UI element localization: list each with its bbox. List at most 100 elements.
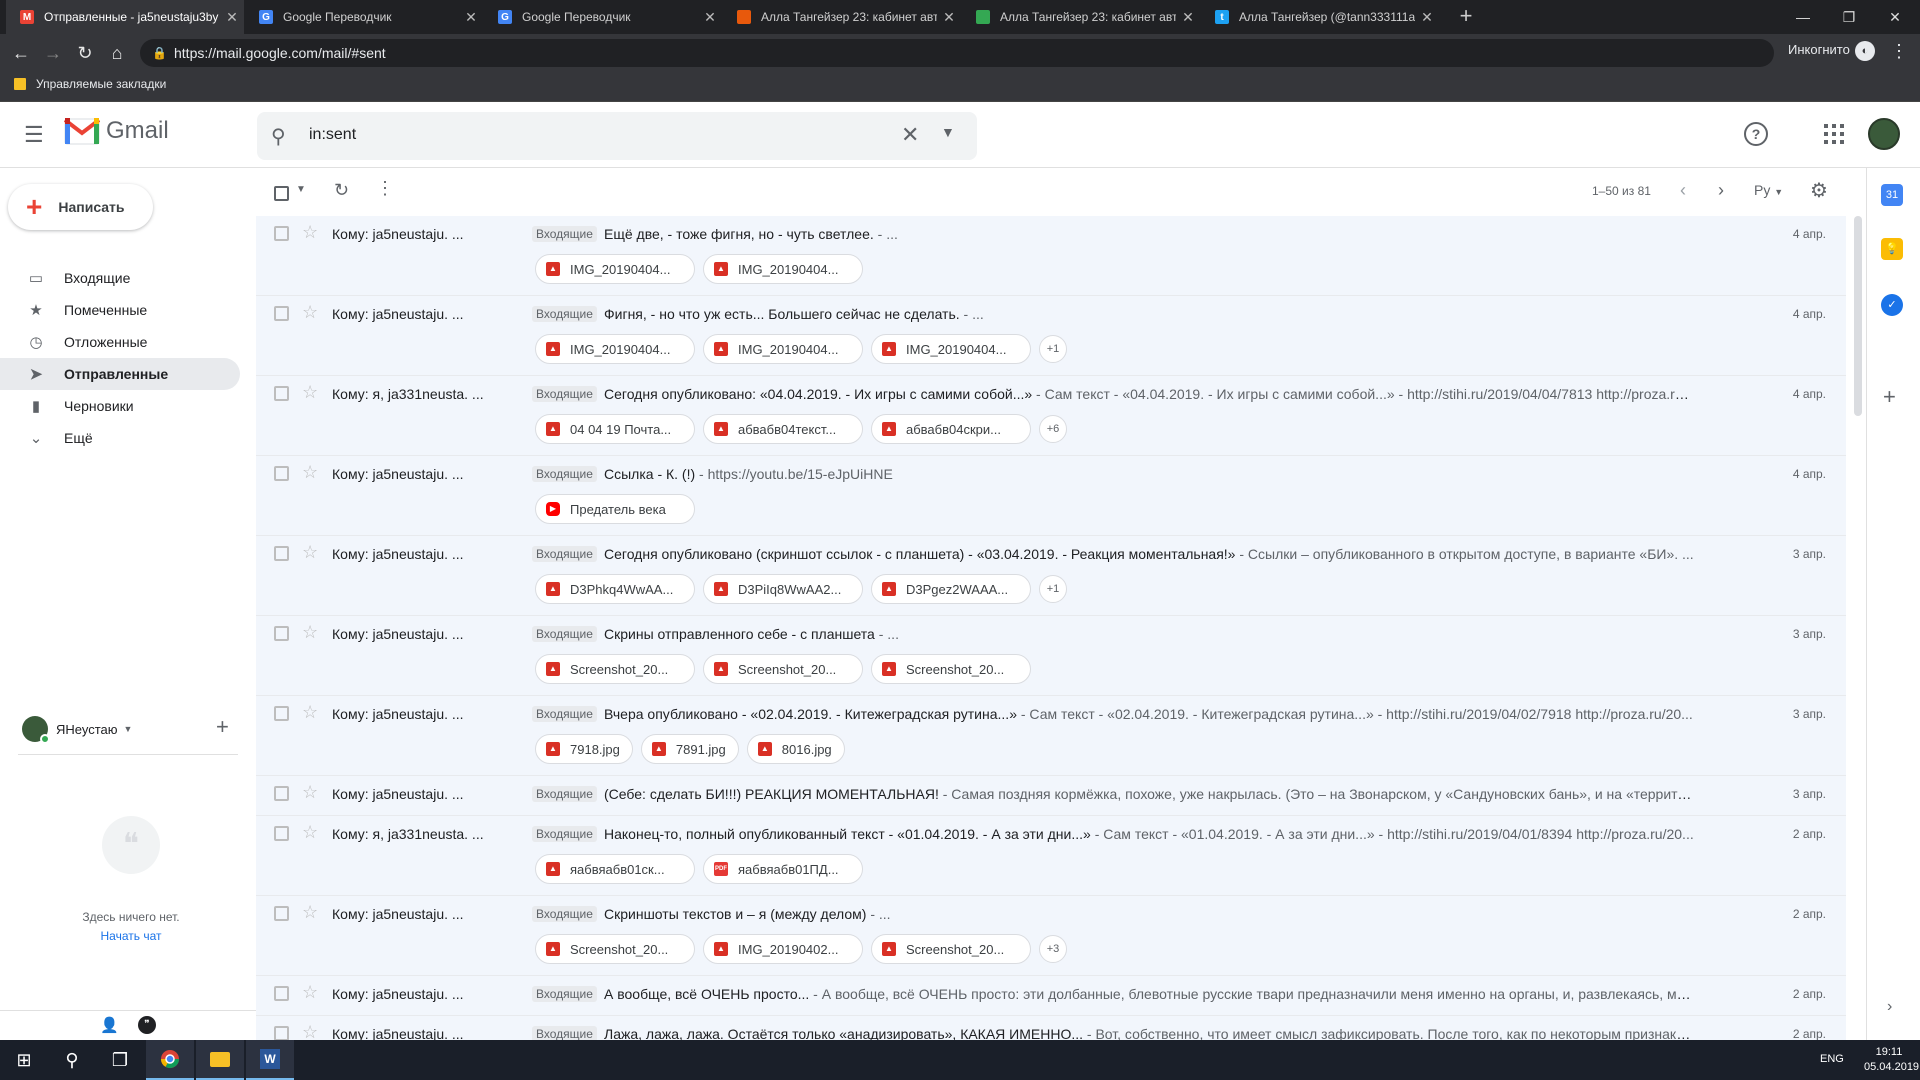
browser-tab[interactable]: t Алла Тангейзер (@tann333111a ✕	[1201, 0, 1439, 34]
star-icon[interactable]: ☆	[302, 622, 318, 643]
attachment-chip[interactable]: ▲ 7918.jpg	[535, 734, 633, 764]
maximize-icon[interactable]: ❐	[1826, 0, 1872, 34]
input-language-button[interactable]: Ру ▼	[1754, 182, 1783, 198]
row-checkbox[interactable]	[274, 786, 289, 801]
attachment-chip[interactable]: PDF яабвяабв01ПД...	[703, 854, 863, 884]
browser-tab[interactable]: G Google Переводчик ✕	[484, 0, 722, 34]
more-attachments-badge[interactable]: +3	[1039, 935, 1067, 963]
close-window-icon[interactable]: ✕	[1872, 0, 1918, 34]
attachment-chip[interactable]: ▲ IMG_20190402...	[703, 934, 863, 964]
row-checkbox[interactable]	[274, 306, 289, 321]
clear-search-icon[interactable]: ✕	[901, 122, 919, 148]
more-actions-icon[interactable]: ⋮	[376, 178, 394, 199]
attachment-chip[interactable]: ▲ IMG_20190404...	[703, 334, 863, 364]
attachment-chip[interactable]: ▲ D3Phkq4WwAA...	[535, 574, 695, 604]
attachment-chip[interactable]: ▲ абвабв04скри...	[871, 414, 1031, 444]
main-menu-icon[interactable]: ☰	[24, 122, 44, 148]
account-avatar[interactable]	[1868, 118, 1900, 150]
reload-icon[interactable]: ↻	[72, 40, 98, 66]
list-scrollbar[interactable]	[1852, 216, 1862, 1040]
star-icon[interactable]: ☆	[302, 902, 318, 923]
older-page-icon[interactable]: ‹	[1680, 180, 1686, 201]
apps-grid-icon[interactable]	[1824, 124, 1844, 144]
star-icon[interactable]: ☆	[302, 782, 318, 803]
chevron-right-icon[interactable]: ›	[1887, 998, 1892, 1016]
star-icon[interactable]: ☆	[302, 302, 318, 323]
close-tab-icon[interactable]: ✕	[937, 9, 961, 26]
row-checkbox[interactable]	[274, 826, 289, 841]
row-checkbox[interactable]	[274, 1026, 289, 1040]
attachment-chip[interactable]: ▲ яабвяабв01ск...	[535, 854, 695, 884]
inbox-label-badge[interactable]: Входящие	[532, 386, 597, 402]
attachment-chip[interactable]: ▲ IMG_20190404...	[535, 254, 695, 284]
star-icon[interactable]: ☆	[302, 222, 318, 243]
browser-tab[interactable]: Алла Тангейзер 23: кабинет авт ✕	[723, 0, 961, 34]
home-icon[interactable]: ⌂	[104, 40, 130, 66]
close-tab-icon[interactable]: ✕	[1415, 9, 1439, 26]
newer-page-icon[interactable]: ›	[1718, 180, 1724, 201]
row-checkbox[interactable]	[274, 386, 289, 401]
attachment-chip[interactable]: ▲ Screenshot_20...	[535, 934, 695, 964]
contacts-icon[interactable]: 👤	[100, 1016, 119, 1034]
browser-tab[interactable]: Алла Тангейзер 23: кабинет авт ✕	[962, 0, 1200, 34]
attachment-chip[interactable]: ▲ D3Pgez2WAAA...	[871, 574, 1031, 604]
close-tab-icon[interactable]: ✕	[220, 9, 244, 26]
browser-menu-icon[interactable]: ⋮	[1890, 41, 1908, 62]
search-input[interactable]: in:sent	[309, 126, 356, 144]
forward-icon[interactable]: →	[40, 40, 66, 66]
email-row[interactable]: ☆ Кому: ja5neustaju. ... Входящие Ещё две, …	[256, 216, 1846, 296]
inbox-label-badge[interactable]: Входящие	[532, 706, 597, 722]
sidebar-item[interactable]: ◷ Отложенные	[0, 326, 240, 358]
keep-icon[interactable]: 💡	[1881, 238, 1903, 260]
incognito-icon[interactable]: ◐	[1855, 41, 1875, 61]
inbox-label-badge[interactable]: Входящие	[532, 826, 597, 842]
close-tab-icon[interactable]: ✕	[1176, 9, 1200, 26]
attachment-chip[interactable]: ▲ Screenshot_20...	[703, 654, 863, 684]
sidebar-item[interactable]: ➤ Отправленные	[0, 358, 240, 390]
address-bar[interactable]: 🔒 https://mail.google.com/mail/#sent	[140, 39, 1774, 67]
task-view-icon[interactable]: ❐	[96, 1040, 144, 1080]
inbox-label-badge[interactable]: Входящие	[532, 226, 597, 242]
inbox-label-badge[interactable]: Входящие	[532, 626, 597, 642]
email-row[interactable]: ☆ Кому: ja5neustaju. ... Входящие А вообще,…	[256, 976, 1846, 1016]
gmail-logo[interactable]: Gmail	[64, 116, 169, 146]
inbox-label-badge[interactable]: Входящие	[532, 306, 597, 322]
inbox-label-badge[interactable]: Входящие	[532, 466, 597, 482]
settings-gear-icon[interactable]: ⚙	[1810, 178, 1828, 203]
search-box[interactable]: ⚲ in:sent ✕ ▼	[257, 112, 977, 160]
inbox-label-badge[interactable]: Входящие	[532, 1026, 597, 1040]
attachment-chip[interactable]: ▲ 7891.jpg	[640, 734, 739, 764]
row-checkbox[interactable]	[274, 706, 289, 721]
star-icon[interactable]: ☆	[302, 702, 318, 723]
star-icon[interactable]: ☆	[302, 462, 318, 483]
email-row[interactable]: ☆ Кому: я, ja331neusta. ... Входящие Сегодн…	[256, 376, 1846, 456]
browser-tab[interactable]: G Google Переводчик ✕	[245, 0, 483, 34]
search-options-icon[interactable]: ▼	[941, 124, 955, 140]
scrollbar-thumb[interactable]	[1854, 216, 1862, 416]
row-checkbox[interactable]	[274, 626, 289, 641]
star-icon[interactable]: ☆	[302, 382, 318, 403]
attachment-chip[interactable]: ▲ IMG_20190404...	[535, 334, 695, 364]
more-attachments-badge[interactable]: +1	[1039, 575, 1067, 603]
sidebar-item[interactable]: ▭ Входящие	[0, 262, 240, 294]
attachment-chip[interactable]: ▲ 04 04 19 Почта...	[535, 414, 695, 444]
row-checkbox[interactable]	[274, 906, 289, 921]
email-row[interactable]: ☆ Кому: ja5neustaju. ... Входящие Сегодня о…	[256, 536, 1846, 616]
attachment-chip[interactable]: ▲ IMG_20190404...	[871, 334, 1031, 364]
inbox-label-badge[interactable]: Входящие	[532, 986, 597, 1002]
close-tab-icon[interactable]: ✕	[459, 9, 483, 26]
attachment-chip[interactable]: ▲ 8016.jpg	[746, 734, 845, 764]
word-icon[interactable]: W	[246, 1040, 294, 1080]
attachment-chip[interactable]: ▲ Screenshot_20...	[535, 654, 695, 684]
row-checkbox[interactable]	[274, 466, 289, 481]
tasks-icon[interactable]: ✓	[1881, 294, 1903, 316]
browser-tab[interactable]: M Отправленные - ja5neustaju3by ✕	[6, 0, 244, 34]
bookmark-folder[interactable]: Управляемые закладки	[14, 77, 166, 91]
compose-button[interactable]: + Написать	[8, 184, 153, 230]
email-row[interactable]: ☆ Кому: ja5neustaju. ... Входящие Скрины от…	[256, 616, 1846, 696]
start-icon[interactable]: ⊞	[0, 1040, 48, 1080]
system-clock[interactable]: 19:11 05.04.2019	[1864, 1045, 1919, 1075]
email-row[interactable]: ☆ Кому: ja5neustaju. ... Входящие Ссылка - …	[256, 456, 1846, 536]
select-dropdown-icon[interactable]: ▼	[296, 184, 306, 195]
row-checkbox[interactable]	[274, 226, 289, 241]
